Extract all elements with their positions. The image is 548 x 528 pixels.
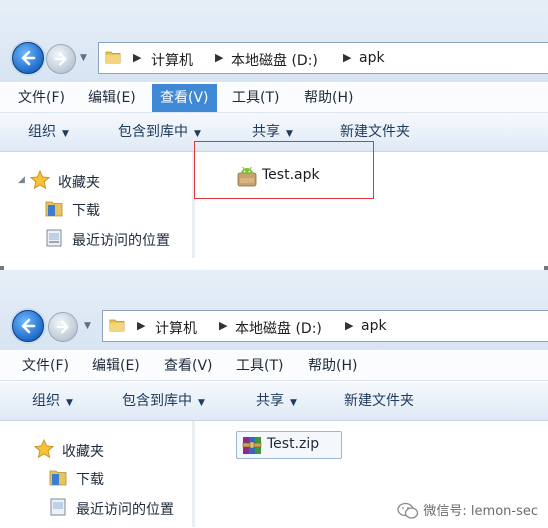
forward-button[interactable] bbox=[46, 44, 76, 74]
navigation-bar: ▼ ▶ 计算机 ▶ 本地磁盘 (D:) ▶ apk bbox=[0, 0, 548, 82]
address-bar[interactable]: ▶ 计算机 ▶ 本地磁盘 (D:) ▶ apk bbox=[102, 310, 548, 342]
menu-file[interactable]: 文件(F) bbox=[14, 352, 77, 380]
back-arrow-icon bbox=[21, 318, 36, 334]
menu-help[interactable]: 帮助(H) bbox=[296, 84, 361, 112]
nav-recent-places[interactable]: 最近访问的位置 bbox=[72, 230, 170, 250]
panel-divider bbox=[0, 258, 548, 270]
forward-arrow-icon bbox=[56, 320, 69, 334]
breadcrumb-drive-d[interactable]: 本地磁盘 (D:) bbox=[235, 318, 322, 338]
folder-icon bbox=[109, 319, 125, 332]
breadcrumb-separator-icon[interactable]: ▶ bbox=[345, 319, 353, 332]
file-name-label: Test.apk bbox=[262, 167, 320, 183]
nav-downloads[interactable]: 下载 bbox=[76, 469, 104, 489]
include-in-library-label: 包含到库中 bbox=[118, 124, 188, 140]
menu-tools[interactable]: 工具(T) bbox=[224, 84, 287, 112]
android-apk-icon bbox=[237, 166, 257, 187]
dropdown-arrow-icon: ▼ bbox=[66, 398, 73, 408]
address-bar[interactable]: ▶ 计算机 ▶ 本地磁盘 (D:) ▶ apk bbox=[98, 42, 548, 74]
breadcrumb-separator-icon[interactable]: ▶ bbox=[133, 51, 141, 64]
nav-recent-places[interactable]: 最近访问的位置 bbox=[76, 499, 174, 519]
dropdown-arrow-icon: ▼ bbox=[198, 398, 205, 408]
breadcrumb-apk[interactable]: apk bbox=[361, 318, 387, 334]
menu-file[interactable]: 文件(F) bbox=[10, 84, 73, 112]
favorites-star-icon bbox=[30, 170, 50, 190]
breadcrumb-separator-icon[interactable]: ▶ bbox=[137, 319, 145, 332]
content-area: ◢ 收藏夹 下载 最近访问的位置 Test.apk bbox=[0, 141, 548, 258]
winrar-archive-icon bbox=[242, 437, 262, 454]
menu-help[interactable]: 帮助(H) bbox=[300, 352, 365, 380]
recent-places-icon bbox=[50, 498, 66, 516]
include-in-library-button[interactable]: 包含到库中 ▼ bbox=[122, 382, 205, 420]
file-name-label: Test.zip bbox=[267, 436, 320, 452]
collapse-arrow-icon[interactable]: ◢ bbox=[18, 175, 25, 185]
back-button[interactable] bbox=[12, 310, 44, 342]
breadcrumb-computer[interactable]: 计算机 bbox=[155, 318, 197, 338]
include-in-library-label: 包含到库中 bbox=[122, 393, 192, 409]
wechat-icon bbox=[397, 502, 419, 519]
back-button[interactable] bbox=[12, 42, 44, 74]
menu-view[interactable]: 查看(V) bbox=[156, 352, 221, 380]
breadcrumb-separator-icon[interactable]: ▶ bbox=[215, 51, 223, 64]
navigation-bar: ▼ ▶ 计算机 ▶ 本地磁盘 (D:) ▶ apk bbox=[0, 270, 548, 350]
explorer-window-zip: ▼ ▶ 计算机 ▶ 本地磁盘 (D:) ▶ apk 文件(F) 编辑(E) 查看… bbox=[0, 270, 548, 528]
forward-arrow-icon bbox=[54, 52, 67, 66]
back-arrow-icon bbox=[21, 50, 36, 66]
navigation-pane: 收藏夹 下载 最近访问的位置 bbox=[0, 421, 192, 527]
breadcrumb-drive-d[interactable]: 本地磁盘 (D:) bbox=[231, 50, 318, 70]
menu-view[interactable]: 查看(V) bbox=[152, 84, 217, 112]
downloads-folder-icon bbox=[45, 201, 63, 217]
recent-pages-dropdown-icon[interactable]: ▼ bbox=[80, 53, 87, 63]
dropdown-arrow-icon: ▼ bbox=[290, 398, 297, 408]
organize-label: 组织 bbox=[32, 393, 60, 409]
pane-splitter[interactable] bbox=[192, 421, 195, 527]
wechat-watermark: 微信号: lemon-sec bbox=[397, 500, 538, 521]
nav-favorites[interactable]: 收藏夹 bbox=[58, 172, 100, 192]
share-label: 共享 bbox=[256, 393, 284, 409]
menu-bar: 文件(F) 编辑(E) 查看(V) 工具(T) 帮助(H) bbox=[0, 352, 548, 381]
downloads-folder-icon bbox=[49, 470, 67, 486]
folder-icon bbox=[105, 51, 121, 64]
command-bar: 组织 ▼ 包含到库中 ▼ 共享 ▼ 新建文件夹 bbox=[0, 382, 548, 421]
navigation-pane: ◢ 收藏夹 下载 最近访问的位置 bbox=[0, 152, 192, 258]
include-in-library-button[interactable]: 包含到库中 ▼ bbox=[118, 113, 201, 151]
breadcrumb-apk[interactable]: apk bbox=[359, 50, 385, 66]
recent-places-icon bbox=[46, 229, 62, 247]
new-folder-button[interactable]: 新建文件夹 bbox=[344, 382, 414, 420]
favorites-star-icon bbox=[34, 439, 54, 459]
menu-tools[interactable]: 工具(T) bbox=[228, 352, 291, 380]
breadcrumb-separator-icon[interactable]: ▶ bbox=[343, 51, 351, 64]
organize-button[interactable]: 组织 ▼ bbox=[32, 382, 73, 420]
organize-button[interactable]: 组织 ▼ bbox=[28, 113, 69, 151]
explorer-window-apk: ▼ ▶ 计算机 ▶ 本地磁盘 (D:) ▶ apk 文件(F) 编辑(E) 查看… bbox=[0, 0, 548, 258]
dropdown-arrow-icon: ▼ bbox=[286, 129, 293, 139]
share-button[interactable]: 共享 ▼ bbox=[256, 382, 297, 420]
nav-downloads[interactable]: 下载 bbox=[72, 200, 100, 220]
file-item-zip[interactable]: Test.zip bbox=[236, 431, 342, 459]
breadcrumb-computer[interactable]: 计算机 bbox=[151, 50, 193, 70]
watermark-text: 微信号: lemon-sec bbox=[423, 503, 538, 519]
forward-button[interactable] bbox=[48, 312, 78, 342]
share-label: 共享 bbox=[252, 124, 280, 140]
dropdown-arrow-icon: ▼ bbox=[62, 129, 69, 139]
dropdown-arrow-icon: ▼ bbox=[194, 129, 201, 139]
organize-label: 组织 bbox=[28, 124, 56, 140]
nav-favorites[interactable]: 收藏夹 bbox=[62, 441, 104, 461]
recent-pages-dropdown-icon[interactable]: ▼ bbox=[84, 321, 91, 331]
menu-edit[interactable]: 编辑(E) bbox=[84, 352, 148, 380]
menu-edit[interactable]: 编辑(E) bbox=[80, 84, 144, 112]
menu-bar: 文件(F) 编辑(E) 查看(V) 工具(T) 帮助(H) bbox=[0, 84, 548, 113]
breadcrumb-separator-icon[interactable]: ▶ bbox=[219, 319, 227, 332]
